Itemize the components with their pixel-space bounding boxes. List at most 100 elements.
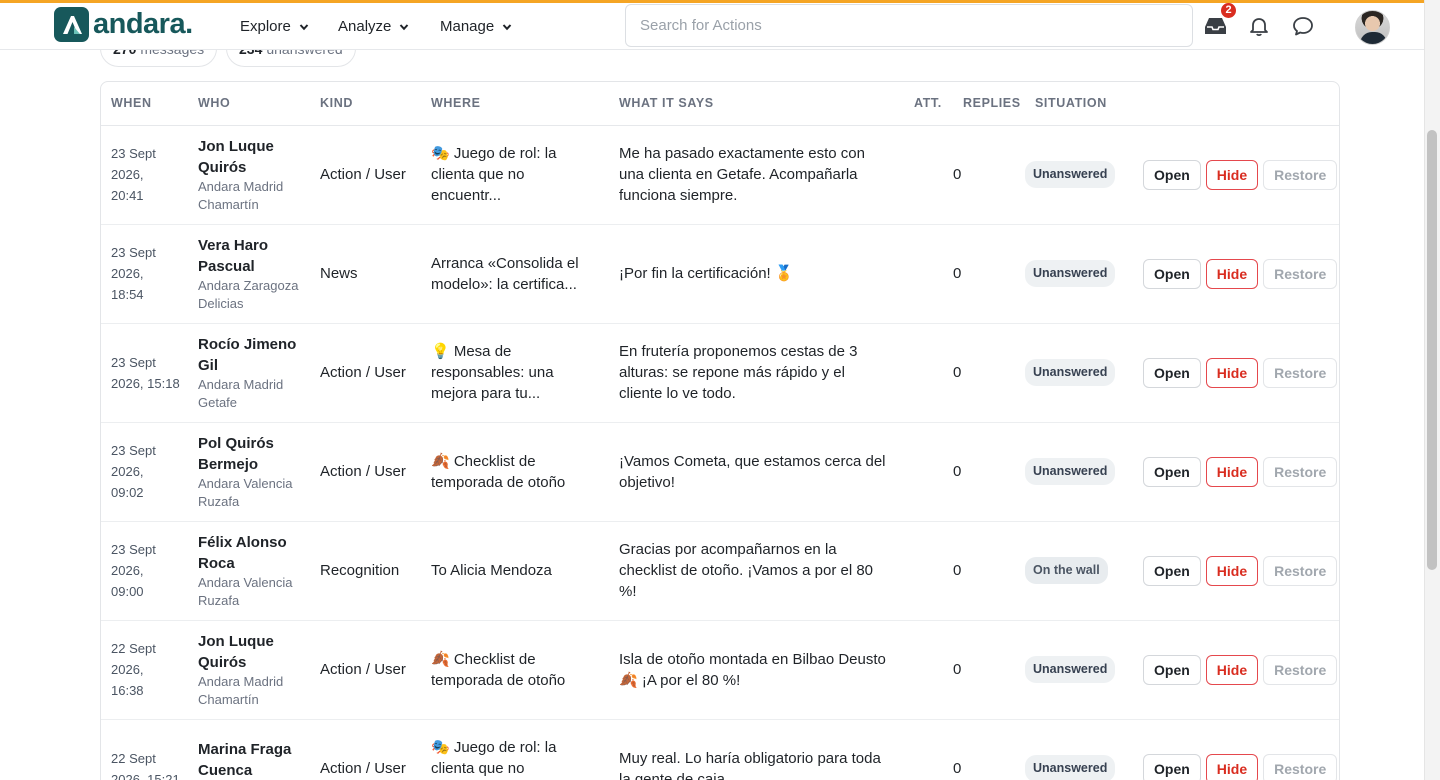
messages-button[interactable] — [1290, 13, 1316, 39]
scrollbar-thumb[interactable] — [1427, 130, 1437, 570]
hide-button[interactable]: Hide — [1205, 258, 1259, 289]
open-button[interactable]: Open — [1143, 654, 1201, 685]
message-cell: En frutería proponemos cestas de 3 altur… — [609, 323, 904, 423]
message-cell: Isla de otoño montada en Bilbao Deusto 🍂… — [609, 620, 904, 720]
nav-analyze[interactable]: Analyze — [338, 3, 409, 50]
where-cell[interactable]: 💡 Mesa de responsables: una mejora para … — [421, 323, 609, 423]
when-line: 20:41 — [111, 188, 144, 203]
replies-cell: 0 — [953, 323, 1025, 423]
header-says[interactable]: WHAT IT SAYS — [609, 82, 904, 126]
header-who[interactable]: WHO — [188, 82, 310, 126]
header-att[interactable]: ATT. — [904, 82, 953, 126]
open-button[interactable]: Open — [1143, 258, 1201, 289]
where-cell[interactable]: 🍂 Checklist de temporada de otoño — [421, 620, 609, 720]
search-input[interactable] — [640, 17, 1192, 34]
nav-analyze-label: Analyze — [338, 18, 392, 35]
header-kind[interactable]: KIND — [310, 82, 421, 126]
restore-button[interactable]: Restore — [1263, 753, 1338, 780]
where-cell[interactable]: 🎭 Juego de rol: la clienta que no encuen… — [421, 125, 609, 225]
restore-button[interactable]: Restore — [1263, 159, 1338, 190]
status-badge: On the wall — [1025, 557, 1108, 584]
author-name[interactable]: Jon Luque Quirós — [198, 631, 310, 673]
open-button[interactable]: Open — [1143, 357, 1201, 388]
header-situation[interactable]: SITUATION — [1025, 82, 1134, 126]
header-where[interactable]: WHERE — [421, 82, 609, 126]
when-cell: 23 Sept 2026, 20:41 — [101, 125, 188, 225]
author-name[interactable]: Félix Alonso Roca — [198, 532, 310, 574]
header-replies[interactable]: REPLIES — [953, 82, 1025, 126]
author-name[interactable]: Vera Haro Pascual — [198, 235, 310, 277]
author-name[interactable]: Rocío Jimeno Gil — [198, 334, 310, 376]
kind-cell: Action / User — [310, 323, 421, 423]
situation-cell: Unanswered — [1025, 323, 1134, 423]
restore-button[interactable]: Restore — [1263, 555, 1338, 586]
author-store: Andara Valencia Ruzafa — [198, 574, 293, 608]
hide-button[interactable]: Hide — [1205, 654, 1259, 685]
hide-button[interactable]: Hide — [1205, 456, 1259, 487]
top-navigation: andara. Explore Analyze Manage 2 — [0, 3, 1424, 50]
inbox-icon — [1204, 18, 1226, 34]
attachments-cell — [904, 422, 953, 522]
restore-button[interactable]: Restore — [1263, 357, 1338, 388]
kind-cell: Action / User — [310, 422, 421, 522]
messages-table-card: WHEN WHO KIND WHERE WHAT IT SAYS ATT. RE… — [100, 81, 1340, 780]
when-cell: 22 Sept 2026, 15:21 — [101, 719, 188, 780]
table-row[interactable]: 23 Sept 2026, 15:18 Rocío Jimeno Gil Anda… — [101, 323, 1339, 423]
situation-cell: Unanswered — [1025, 125, 1134, 225]
nav-explore[interactable]: Explore — [240, 3, 309, 50]
author-name[interactable]: Jon Luque Quirós — [198, 136, 310, 178]
situation-cell: Unanswered — [1025, 224, 1134, 324]
search-box — [625, 4, 1193, 47]
table-row[interactable]: 23 Sept 2026, 09:02 Pol Quirós Bermejo And… — [101, 422, 1339, 522]
hide-button[interactable]: Hide — [1205, 357, 1259, 388]
brand-logo[interactable]: andara. — [54, 7, 193, 42]
author-name[interactable]: Marina Fraga Cuenca — [198, 739, 310, 780]
user-avatar[interactable] — [1355, 10, 1390, 45]
replies-cell: 0 — [953, 620, 1025, 720]
restore-button[interactable]: Restore — [1263, 258, 1338, 289]
message-cell: Me ha pasado exactamente esto con una cl… — [609, 125, 904, 225]
message-cell: Muy real. Lo haría obligatorio para toda… — [609, 719, 904, 780]
who-cell: Jon Luque Quirós Andara Madrid Chamartín — [188, 125, 310, 225]
restore-button[interactable]: Restore — [1263, 456, 1338, 487]
notifications-button[interactable] — [1246, 13, 1272, 39]
when-cell: 22 Sept 2026, 16:38 — [101, 620, 188, 720]
when-line: 18:54 — [111, 287, 144, 302]
author-store: Andara Madrid Getafe — [198, 376, 284, 410]
chevron-down-icon — [502, 23, 512, 30]
kind-cell: News — [310, 224, 421, 324]
header-when[interactable]: WHEN — [101, 82, 188, 126]
message-cell: ¡Por fin la certificación! 🏅 — [609, 224, 904, 324]
where-cell[interactable]: 🍂 Checklist de temporada de otoño — [421, 422, 609, 522]
open-button[interactable]: Open — [1143, 159, 1201, 190]
chevron-down-icon — [299, 23, 309, 30]
attachments-cell — [904, 224, 953, 324]
table-row[interactable]: 22 Sept 2026, 16:38 Jon Luque Quirós Andar… — [101, 620, 1339, 720]
author-store: Andara Madrid Chamartín — [198, 178, 284, 212]
open-button[interactable]: Open — [1143, 555, 1201, 586]
where-cell[interactable]: 🎭 Juego de rol: la clienta que no encuen… — [421, 719, 609, 780]
brand-logo-mark — [54, 7, 89, 42]
situation-cell: Unanswered — [1025, 422, 1134, 522]
actions-cell: Open Hide Restore — [1134, 224, 1339, 324]
actions-cell: Open Hide Restore — [1134, 323, 1339, 423]
table-row[interactable]: 23 Sept 2026, 18:54 Vera Haro Pascual Anda… — [101, 224, 1339, 324]
table-row[interactable]: 22 Sept 2026, 15:21 Marina Fraga Cuenca A… — [101, 719, 1339, 780]
restore-button[interactable]: Restore — [1263, 654, 1338, 685]
status-badge: Unanswered — [1025, 458, 1116, 485]
table-row[interactable]: 23 Sept 2026, 09:00 Félix Alonso Roca Anda… — [101, 521, 1339, 621]
hide-button[interactable]: Hide — [1205, 555, 1259, 586]
status-badge: Unanswered — [1025, 161, 1116, 188]
author-name[interactable]: Pol Quirós Bermejo — [198, 433, 310, 475]
actions-cell: Open Hide Restore — [1134, 521, 1339, 621]
where-cell[interactable]: Arranca «Consolida el modelo»: la certif… — [421, 224, 609, 324]
open-button[interactable]: Open — [1143, 456, 1201, 487]
where-cell[interactable]: To Alicia Mendoza — [421, 521, 609, 621]
when-line: 23 Sept — [111, 354, 156, 370]
hide-button[interactable]: Hide — [1205, 159, 1259, 190]
open-button[interactable]: Open — [1143, 753, 1201, 780]
table-row[interactable]: 23 Sept 2026, 20:41 Jon Luque Quirós Andar… — [101, 125, 1339, 225]
hide-button[interactable]: Hide — [1205, 753, 1259, 780]
inbox-button[interactable]: 2 — [1202, 3, 1236, 39]
nav-manage[interactable]: Manage — [440, 3, 512, 50]
